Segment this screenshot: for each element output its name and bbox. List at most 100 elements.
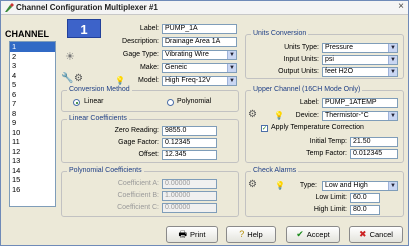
channel-item[interactable]: 15 bbox=[10, 175, 55, 185]
coefficient-a-field: 0.00000 bbox=[162, 179, 217, 189]
alarm-type-select[interactable]: Low and High ▼ bbox=[322, 181, 398, 191]
chevron-down-icon: ▼ bbox=[388, 182, 397, 190]
gear-icon: ⚙ bbox=[248, 179, 257, 190]
bulb-icon: 💡 bbox=[275, 181, 285, 190]
close-icon[interactable]: × bbox=[398, 1, 404, 12]
chevron-down-icon: ▼ bbox=[388, 68, 397, 76]
channel-list-header: CHANNEL bbox=[5, 29, 49, 39]
chevron-down-icon: ▼ bbox=[227, 64, 236, 72]
title-bar[interactable]: Channel Configuration Multiplexer #1 × bbox=[1, 1, 408, 15]
device-label: Device: bbox=[295, 112, 319, 119]
group-title: Upper Channel (16CH Mode Only) bbox=[251, 86, 363, 93]
high-limit-label: High Limit: bbox=[313, 206, 347, 213]
output-units-label: Output Units: bbox=[278, 68, 319, 75]
high-limit-field[interactable]: 80.0 bbox=[350, 205, 380, 215]
group-title: Polynomial Coefficients bbox=[67, 167, 144, 174]
cancel-button[interactable]: ✖ Cancel bbox=[349, 226, 403, 243]
group-title: Check Alarms bbox=[251, 167, 299, 174]
make-select[interactable]: Geneic ▼ bbox=[162, 63, 237, 73]
units-type-select[interactable]: Pressure ▼ bbox=[322, 43, 398, 53]
channel-item[interactable]: 13 bbox=[10, 156, 55, 166]
input-units-label: Input Units: bbox=[283, 56, 319, 63]
group-title: Linear Coefficients bbox=[67, 115, 129, 122]
channel-item[interactable]: 1 bbox=[10, 42, 55, 52]
device-select[interactable]: Thermistor-°C ▼ bbox=[322, 111, 398, 121]
channel-item[interactable]: 16 bbox=[10, 185, 55, 195]
dialog-window: Channel Configuration Multiplexer #1 × C… bbox=[0, 0, 409, 246]
low-limit-field[interactable]: 60.0 bbox=[350, 193, 380, 203]
channel-item[interactable]: 6 bbox=[10, 90, 55, 100]
gage-factor-field[interactable]: 0.12345 bbox=[162, 138, 217, 148]
channel-item[interactable]: 14 bbox=[10, 166, 55, 176]
make-label: Make: bbox=[139, 64, 159, 71]
channel-number-badge: 1 bbox=[67, 19, 101, 38]
gage-factor-label: Gage Factor: bbox=[118, 139, 159, 146]
initial-temp-label: Initial Temp: bbox=[309, 138, 347, 145]
polynomial-radio[interactable] bbox=[167, 99, 174, 106]
coefficient-b-field: 1.00000 bbox=[162, 191, 217, 201]
question-icon: ? bbox=[239, 229, 245, 239]
alarm-type-label: Type: bbox=[299, 182, 317, 189]
apply-temp-correction-checkbox[interactable]: ✓ bbox=[261, 125, 268, 132]
group-title: Conversion Method bbox=[67, 86, 132, 93]
bulb-icon: 💡 bbox=[274, 111, 284, 120]
app-icon bbox=[5, 3, 14, 12]
channel-item[interactable]: 4 bbox=[10, 71, 55, 81]
linear-radio-label: Linear bbox=[84, 98, 104, 105]
coefficient-c-label: Coefficient C: bbox=[117, 204, 159, 211]
window-title: Channel Configuration Multiplexer #1 bbox=[16, 3, 158, 12]
zero-reading-field[interactable]: 9855.0 bbox=[162, 126, 217, 136]
print-button[interactable]: 🖶 Print bbox=[166, 226, 218, 243]
x-icon: ✖ bbox=[359, 229, 367, 239]
temp-factor-label: Temp Factor: bbox=[306, 150, 347, 157]
channel-item[interactable]: 2 bbox=[10, 52, 55, 62]
gage-type-label: Gage Type: bbox=[122, 51, 159, 58]
label-field[interactable]: PUMP_1A bbox=[162, 24, 237, 34]
coefficient-a-label: Coefficient A: bbox=[117, 180, 159, 187]
upper-label-field[interactable]: PUMP_1ATEMP bbox=[322, 98, 398, 108]
label-label: Label: bbox=[139, 25, 159, 32]
coefficient-b-label: Coefficient B: bbox=[117, 192, 159, 199]
coefficient-c-field: 0.00000 bbox=[162, 203, 217, 213]
units-type-label: Units Type: bbox=[284, 44, 319, 51]
initial-temp-field[interactable]: 21.50 bbox=[350, 137, 398, 147]
channel-item[interactable]: 12 bbox=[10, 147, 55, 157]
zero-reading-label: Zero Reading: bbox=[114, 127, 159, 134]
polynomial-radio-label: Polynomial bbox=[177, 98, 212, 105]
channel-item[interactable]: 8 bbox=[10, 109, 55, 119]
gage-type-select[interactable]: Vibrating Wire ▼ bbox=[162, 50, 237, 60]
chevron-down-icon: ▼ bbox=[227, 77, 236, 85]
channel-item[interactable]: 10 bbox=[10, 128, 55, 138]
channel-list[interactable]: 1 2 3 4 5 6 7 8 9 10 11 12 13 14 15 16 bbox=[9, 41, 56, 207]
gear-icon: ⚙ bbox=[248, 109, 257, 120]
channel-item[interactable]: 3 bbox=[10, 61, 55, 71]
temp-factor-field[interactable]: 0.012345 bbox=[350, 149, 398, 159]
offset-label: Offset: bbox=[138, 151, 160, 158]
chevron-down-icon: ▼ bbox=[388, 56, 397, 64]
apply-temp-correction-label: Apply Temperature Correction bbox=[271, 124, 364, 131]
low-limit-label: Low Limit: bbox=[315, 194, 347, 201]
output-units-select[interactable]: feet H2O ▼ bbox=[322, 67, 398, 77]
input-units-select[interactable]: psi ▼ bbox=[322, 55, 398, 65]
description-label: Description: bbox=[122, 38, 159, 45]
wrench-icon: 🔧 bbox=[61, 73, 74, 84]
chevron-down-icon: ▼ bbox=[388, 112, 397, 120]
linear-radio[interactable] bbox=[73, 99, 80, 106]
checkmark-icon: ✔ bbox=[296, 229, 304, 239]
sun-icon: ☀ bbox=[65, 51, 75, 63]
offset-field[interactable]: 12.345 bbox=[162, 150, 217, 160]
channel-item[interactable]: 11 bbox=[10, 137, 55, 147]
group-title: Units Conversion bbox=[251, 30, 309, 37]
channel-item[interactable]: 5 bbox=[10, 80, 55, 90]
gear-icon: ⚙ bbox=[74, 73, 83, 84]
description-field[interactable]: Drainage Area 1A bbox=[162, 37, 237, 47]
upper-label-label: Label: bbox=[299, 99, 319, 106]
model-label: Model: bbox=[137, 77, 159, 84]
chevron-down-icon: ▼ bbox=[227, 51, 236, 59]
accept-button[interactable]: ✔ Accept bbox=[286, 226, 340, 243]
channel-item[interactable]: 7 bbox=[10, 99, 55, 109]
printer-icon: 🖶 bbox=[178, 229, 188, 239]
channel-item[interactable]: 9 bbox=[10, 118, 55, 128]
model-select[interactable]: High Freq-12V ▼ bbox=[162, 76, 237, 86]
help-button[interactable]: ? Help bbox=[226, 226, 276, 243]
